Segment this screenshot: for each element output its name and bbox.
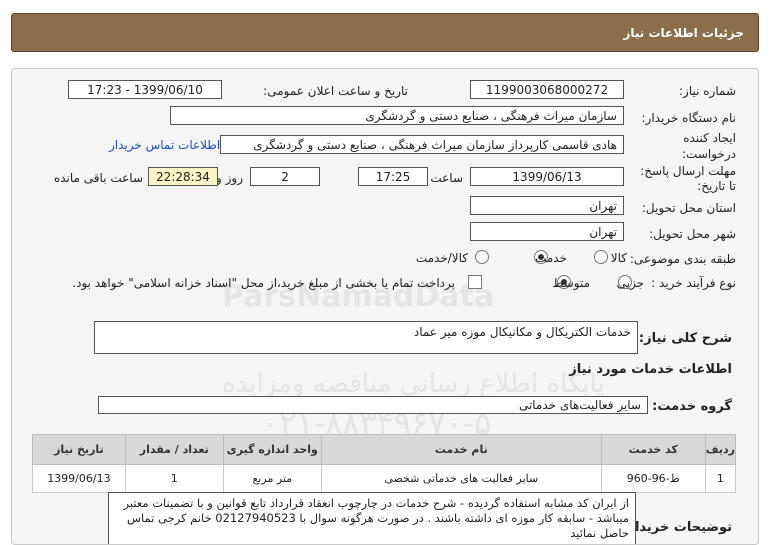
province-field: تهران <box>470 196 624 215</box>
col-need-date: تاریخ نیاز <box>32 434 126 465</box>
col-unit: واحد اندازه گیری <box>222 434 322 465</box>
creator-field: هادی قاسمی کارپرداز سازمان میراث فرهنگی … <box>220 135 624 154</box>
service-group-field: سایر فعالیت‌های خدماتی <box>98 396 648 414</box>
cell-row-number: 1 <box>704 464 737 493</box>
details-panel: ParsNamadData مرکز فراوری اطلاعات پارس ن… <box>11 68 759 545</box>
need-number-label: شماره نیاز: <box>679 84 736 98</box>
remaining-time-field: 22:28:34 <box>148 167 218 186</box>
page-header: جزئیات اطلاعات نیاز <box>11 13 759 52</box>
summary-label: شرح کلی نیاز: <box>638 331 732 346</box>
process-medium-label: متوسط <box>552 276 590 290</box>
process-minor-label: جزیی <box>616 276 644 290</box>
creator-label-1: ایجاد کننده <box>683 131 736 145</box>
announce-label: تاریخ و ساعت اعلان عمومی: <box>263 84 408 98</box>
buyer-org-field: سازمان میراث فرهنگی ، صنایع دستی و گردشگ… <box>170 106 624 125</box>
deadline-date-field: 1399/06/13 <box>470 167 624 186</box>
deadline-label-2: تا تاریخ: <box>697 179 736 193</box>
cell-service-code: ط-96-960 <box>600 464 706 493</box>
summary-field: خدمات الکتریکال و مکانیکال موزه میر عماد <box>94 321 638 354</box>
col-service-code: کد خدمت <box>600 434 706 465</box>
province-label: استان محل تحویل: <box>641 201 736 215</box>
category-label: طبقه بندی موضوعی: <box>629 252 736 266</box>
service-group-label: گروه خدمت: <box>652 399 732 414</box>
cell-quantity: 1 <box>124 464 224 493</box>
city-label: شهر محل تحویل: <box>649 227 736 241</box>
city-field: تهران <box>470 222 624 241</box>
deadline-time-field: 17:25 <box>358 167 428 186</box>
days-label: روز و <box>216 171 243 185</box>
need-number-field: 1199003068000272 <box>470 80 624 99</box>
days-field: 2 <box>250 167 320 186</box>
creator-label-2: درخواست: <box>682 147 736 161</box>
category-goods-label: کالا <box>610 251 627 265</box>
category-service-label: خدمت <box>535 251 567 265</box>
announce-field: 1399/06/10 - 17:23 <box>68 80 222 99</box>
page-title: جزئیات اطلاعات نیاز <box>623 25 744 40</box>
category-goods-service-label: کالا/خدمت <box>415 251 468 265</box>
buyer-org-label: نام دستگاه خریدار: <box>641 111 737 125</box>
buyer-notes-label: توضیحات خریدار: <box>622 520 732 535</box>
buyer-notes-field: از ایران کد مشابه استفاده گردیده - شرح خ… <box>108 492 636 544</box>
cell-service-name: سایر فعالیت های خدماتی شخصی <box>320 464 602 493</box>
col-quantity: تعداد / مقدار <box>124 434 224 465</box>
table-row: 1 ط-96-960 سایر فعالیت های خدماتی شخصی م… <box>32 464 737 493</box>
category-goods-service-radio[interactable] <box>475 250 489 264</box>
col-service-name: نام خدمت <box>320 434 602 465</box>
category-goods-radio[interactable] <box>594 250 608 264</box>
col-row-number: ردیف <box>704 434 737 465</box>
buyer-contact-link[interactable]: اطلاعات تماس خریدار <box>109 138 220 152</box>
services-table: ردیف کد خدمت نام خدمت واحد اندازه گیری ت… <box>32 434 737 493</box>
watermark-line-3: پایگاه اطلاع رسانی مناقصه ومزایده <box>222 369 605 399</box>
remaining-label: ساعت باقی مانده <box>53 171 143 185</box>
time-label: ساعت <box>430 171 463 185</box>
summary-text: خدمات الکتریکال و مکانیکال موزه میر عماد <box>413 325 631 339</box>
treasury-payment-note: پرداخت تمام یا بخشی از مبلغ خرید،از محل … <box>72 276 455 290</box>
table-header-row: ردیف کد خدمت نام خدمت واحد اندازه گیری ت… <box>32 434 737 465</box>
treasury-payment-checkbox[interactable] <box>468 275 482 289</box>
services-section-title: اطلاعات خدمات مورد نیاز <box>569 362 732 377</box>
cell-unit: متر مربع <box>222 464 322 493</box>
process-label: نوع فرآیند خرید : <box>651 276 736 290</box>
deadline-label-1: مهلت ارسال پاسخ: <box>640 164 736 178</box>
cell-need-date: 1399/06/13 <box>32 464 126 493</box>
